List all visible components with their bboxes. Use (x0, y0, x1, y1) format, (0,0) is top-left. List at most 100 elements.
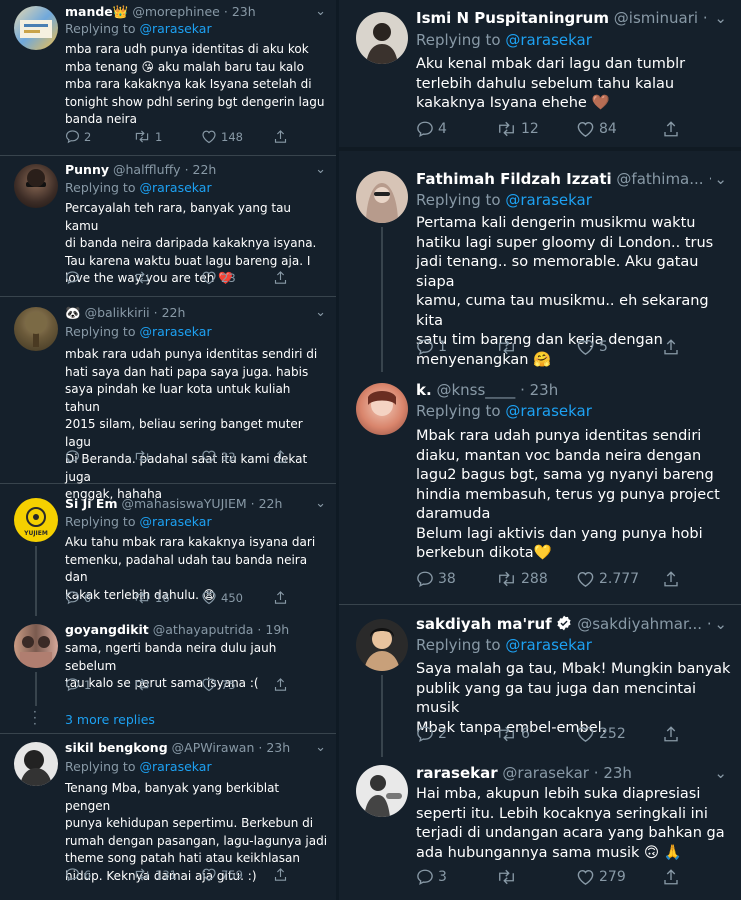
reply-button[interactable] (65, 270, 133, 285)
share-button[interactable] (662, 338, 680, 356)
timestamp[interactable]: 23h (530, 381, 559, 399)
avatar[interactable] (14, 164, 58, 208)
tweet[interactable]: 🐼 @balikkirii · 22h ⌄ Replying to @raras… (0, 297, 336, 501)
display-name[interactable]: sakdiyah ma'ruf (416, 615, 552, 633)
like-button[interactable]: 32 (201, 449, 273, 464)
display-name[interactable]: goyangdikit (65, 622, 149, 637)
tweet[interactable]: Punny @halffluffy · 22h ⌄ Replying to @r… (0, 156, 336, 297)
like-button[interactable]: 5 (576, 338, 662, 356)
like-button[interactable]: 75 (201, 677, 273, 692)
user-handle[interactable]: @balikkirii (85, 305, 150, 320)
share-button[interactable] (662, 570, 680, 588)
like-button[interactable]: 84 (576, 120, 662, 138)
reply-button[interactable]: 38 (416, 570, 496, 588)
like-button[interactable]: 2.777 (576, 570, 662, 588)
like-button[interactable]: 252 (576, 725, 662, 743)
user-handle[interactable]: @mahasiswaYUJIEM (121, 496, 246, 511)
replying-to-link[interactable]: @rarasekar (139, 324, 211, 339)
tweet[interactable]: Fathimah Fildzah Izzati @fathima... · 22… (339, 155, 741, 372)
more-replies-link[interactable]: 3 more replies (65, 712, 155, 727)
retweet-button[interactable]: 288 (496, 570, 576, 588)
tweet[interactable]: sikil bengkong @APWirawan · 23h ⌄ Replyi… (0, 734, 336, 900)
share-button[interactable] (273, 677, 288, 692)
share-button[interactable] (662, 725, 680, 743)
reply-button[interactable]: 3 (416, 868, 496, 886)
replying-to-link[interactable]: @rarasekar (505, 191, 592, 209)
share-button[interactable] (273, 270, 288, 285)
chevron-down-icon[interactable]: ⌄ (714, 9, 727, 27)
chevron-down-icon[interactable]: ⌄ (714, 615, 727, 633)
retweet-button[interactable]: 16 (133, 590, 201, 605)
tweet[interactable]: goyangdikit @athayaputrida · 19h sama, n… (0, 610, 336, 706)
user-handle[interactable]: @fathima... (616, 170, 703, 188)
timestamp[interactable]: 23h (266, 740, 290, 755)
avatar[interactable] (356, 12, 408, 64)
tweet[interactable]: YUJIEM Si Ji Em @mahasiswaYUJIEM · 22h ⌄… (0, 484, 336, 616)
avatar[interactable] (356, 383, 408, 435)
timestamp[interactable]: 23h (603, 764, 632, 782)
display-name[interactable]: Fathimah Fildzah Izzati (416, 170, 612, 188)
like-button[interactable]: 450 (201, 590, 273, 605)
more-replies-row[interactable]: · · · 3 more replies (0, 706, 336, 734)
retweet-button[interactable]: 131 (133, 867, 201, 882)
chevron-down-icon[interactable]: ⌄ (315, 305, 326, 320)
tweet[interactable]: Ismi N Puspitaningrum @isminuari · 23h ⌄… (339, 0, 741, 151)
user-handle[interactable]: @morephinee (132, 4, 220, 19)
timestamp[interactable]: 22h (193, 162, 217, 177)
avatar[interactable]: YUJIEM (14, 498, 58, 542)
timestamp[interactable]: 19h (265, 622, 289, 637)
avatar[interactable] (14, 307, 58, 351)
tweet[interactable]: rarasekar @rarasekar · 23h ⌄ Hai mba, ak… (339, 755, 741, 900)
replying-to-link[interactable]: @rarasekar (505, 402, 592, 420)
reply-button[interactable]: 2 (416, 725, 496, 743)
retweet-button[interactable]: 6 (496, 725, 576, 743)
avatar[interactable] (356, 619, 408, 671)
display-name[interactable]: k. (416, 381, 432, 399)
reply-button[interactable]: 6 (65, 867, 133, 882)
replying-to-link[interactable]: @rarasekar (139, 21, 211, 36)
chevron-down-icon[interactable]: ⌄ (714, 764, 727, 782)
chevron-down-icon[interactable]: ⌄ (714, 170, 727, 188)
user-handle[interactable]: @isminuari (614, 9, 698, 27)
retweet-button[interactable] (133, 270, 201, 285)
reply-button[interactable]: 2 (65, 129, 133, 144)
replying-to-link[interactable]: @rarasekar (139, 759, 211, 774)
chevron-down-icon[interactable]: ⌄ (315, 162, 326, 177)
user-handle[interactable]: @athayaputrida (153, 622, 254, 637)
replying-to-link[interactable]: @rarasekar (139, 180, 211, 195)
share-button[interactable] (662, 120, 680, 138)
share-button[interactable] (662, 868, 680, 886)
tweet[interactable]: sakdiyah ma'ruf @sakdiyahmar... · 23h ⌄ … (339, 605, 741, 757)
display-name[interactable]: mande👑 (65, 4, 128, 19)
reply-button[interactable]: 4 (416, 120, 496, 138)
avatar[interactable] (14, 6, 58, 50)
chevron-down-icon[interactable]: ⌄ (315, 4, 326, 19)
share-button[interactable] (273, 129, 288, 144)
share-button[interactable] (273, 449, 288, 464)
retweet-button[interactable] (133, 449, 201, 464)
like-button[interactable]: 279 (576, 868, 662, 886)
timestamp[interactable]: 22h (259, 496, 283, 511)
like-button[interactable]: 148 (201, 129, 273, 144)
replying-to-link[interactable]: @rarasekar (505, 636, 592, 654)
timestamp[interactable]: 23h (232, 4, 256, 19)
retweet-button[interactable]: 1 (133, 129, 201, 144)
retweet-button[interactable] (496, 868, 576, 886)
display-name[interactable]: Si Ji Em (65, 496, 118, 511)
reply-button[interactable]: 6 (65, 590, 133, 605)
retweet-button[interactable] (496, 338, 576, 356)
display-name[interactable]: sikil bengkong (65, 740, 168, 755)
replying-to-link[interactable]: @rarasekar (505, 31, 592, 49)
avatar[interactable] (14, 624, 58, 668)
display-name[interactable]: 🐼 (65, 305, 81, 320)
avatar[interactable] (356, 765, 408, 817)
like-button[interactable]: 23 (201, 270, 273, 285)
timestamp[interactable]: 22h (162, 305, 186, 320)
reply-button[interactable]: 1 (65, 677, 133, 692)
avatar[interactable] (14, 742, 58, 786)
tweet[interactable]: mande👑 @morephinee · 23h ⌄ Replying to @… (0, 0, 336, 156)
retweet-button[interactable] (133, 677, 201, 692)
share-button[interactable] (273, 867, 288, 882)
avatar[interactable] (356, 171, 408, 223)
chevron-down-icon[interactable]: ⌄ (315, 496, 326, 511)
